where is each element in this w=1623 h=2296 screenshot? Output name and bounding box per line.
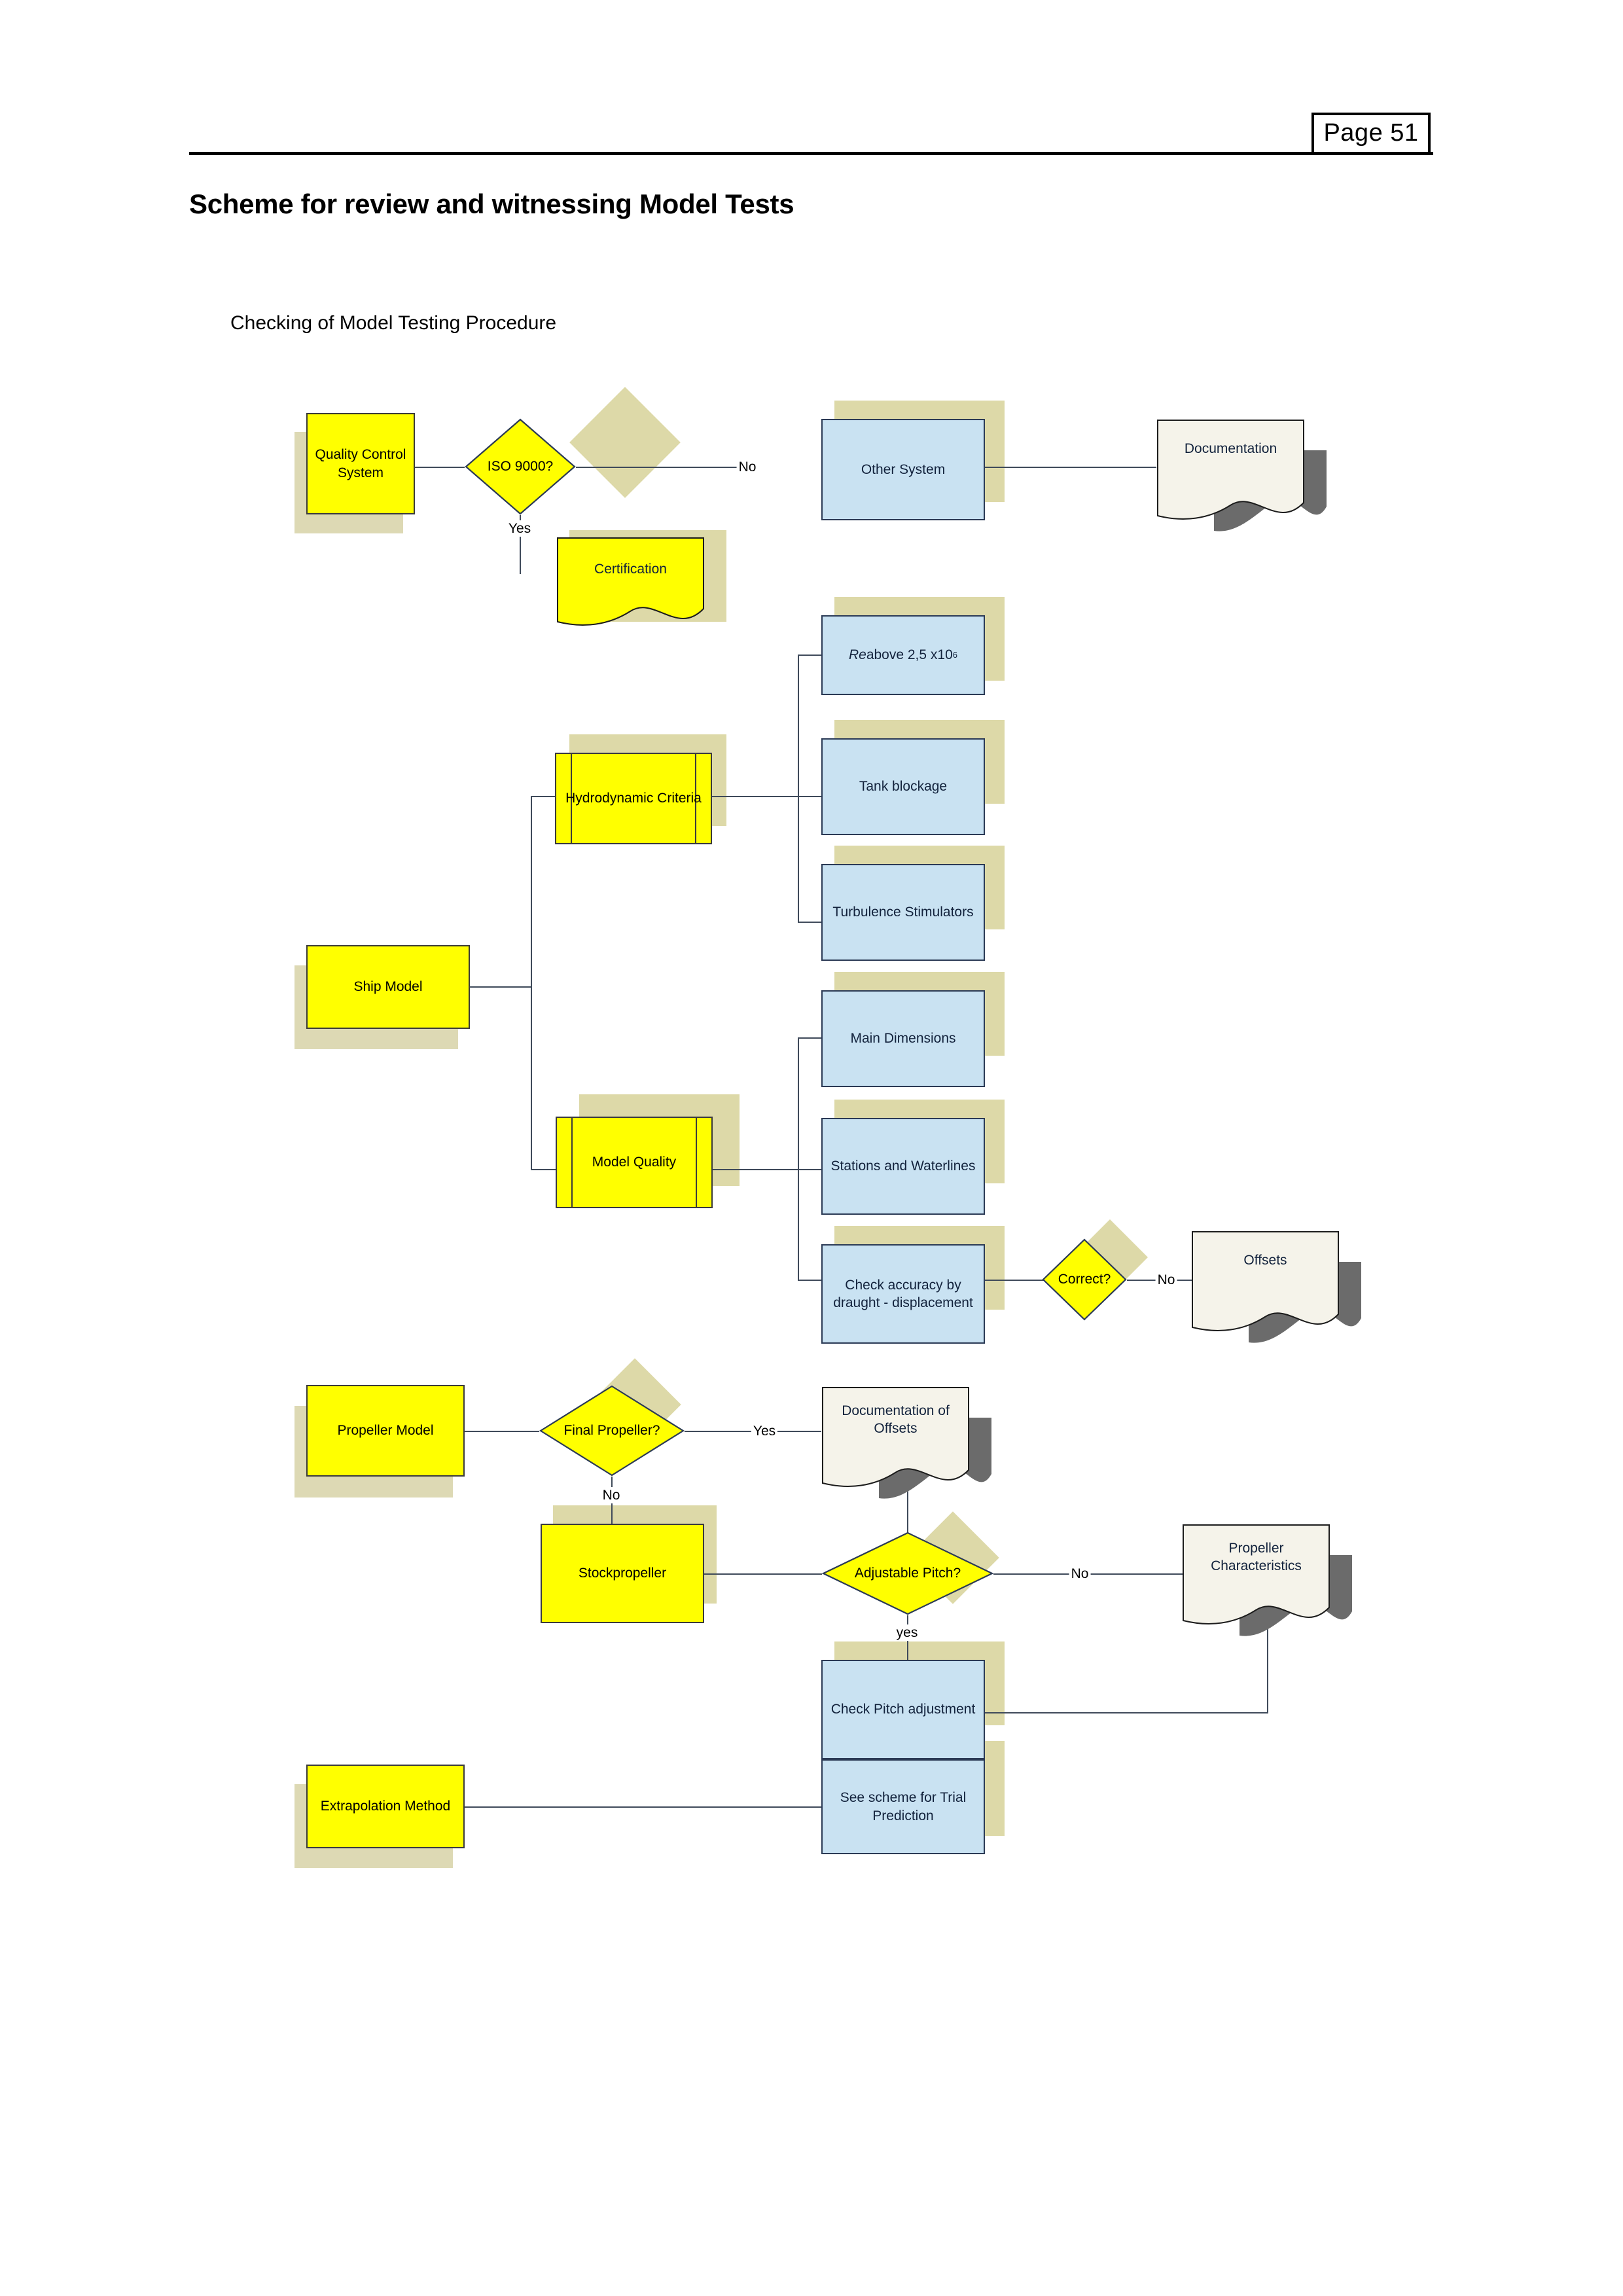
page-title: Scheme for review and witnessing Model T… [189, 188, 794, 219]
node-stations-and-waterlines[interactable]: Stations and Waterlines [821, 1118, 985, 1215]
node-label: Extrapolation Method [320, 1799, 451, 1814]
node-label: Turbulence Stimulators [832, 905, 974, 920]
node-hydrodynamic-criteria[interactable]: Hydrodynamic Criteria [555, 753, 712, 844]
edge-hydro-trunk [712, 796, 798, 797]
node-turbulence-stimulators[interactable]: Turbulence Stimulators [821, 864, 985, 961]
edge-propchar-return-horizontal [985, 1712, 1268, 1713]
edge-qcs-to-iso [415, 467, 465, 468]
node-label: Offsets [1243, 1253, 1287, 1268]
node-label: Ship Model [353, 979, 423, 995]
node-final-propeller[interactable]: Final Propeller? [539, 1385, 685, 1477]
node-propeller-model[interactable]: Propeller Model [306, 1385, 465, 1477]
shadow-iso-9000 [569, 387, 681, 498]
node-quality-control-system[interactable]: Quality Control System [306, 413, 415, 514]
header-rule [189, 152, 1433, 155]
node-label: Other System [861, 461, 946, 477]
node-re-above[interactable]: Re above 2,5 x10 6 [821, 615, 985, 695]
node-documentation-of-offsets[interactable]: Documentation of Offsets [821, 1386, 1018, 1504]
edge-label-adjustable-pitch-yes: yes [894, 1624, 920, 1641]
re-above-text: above 2,5 x10 [866, 647, 953, 663]
node-label: Stations and Waterlines [830, 1158, 976, 1174]
node-label: Quality Control System [315, 447, 406, 480]
node-label: Stockpropeller [578, 1566, 667, 1581]
edge-hydro-children-vertical [798, 655, 799, 923]
edge-label-iso-yes: Yes [506, 520, 533, 537]
node-model-quality[interactable]: Model Quality [556, 1117, 713, 1208]
node-label: Final Propeller? [563, 1422, 660, 1438]
node-label: Propeller Characteristics [1211, 1541, 1302, 1574]
node-label: Certification [594, 562, 667, 577]
edge-propeller-model-to-final-propeller [465, 1431, 539, 1432]
node-label: Hydrodynamic Criteria [565, 791, 702, 806]
page-number-badge: Page 51 [1311, 113, 1431, 155]
node-label: Propeller Model [337, 1423, 434, 1439]
re-above-exponent: 6 [952, 649, 958, 660]
edge-label-correct-no: No [1155, 1272, 1177, 1288]
edge-label-final-propeller-no: No [600, 1487, 622, 1503]
node-label: Model Quality [592, 1155, 677, 1170]
edge-extrapolation-to-trial-prediction [465, 1806, 821, 1808]
edge-model-quality-trunk [713, 1169, 798, 1170]
edge-label-adjustable-pitch-no: No [1069, 1566, 1091, 1582]
node-other-system[interactable]: Other System [821, 419, 985, 520]
node-certification[interactable]: Certification [556, 537, 720, 628]
node-label: Main Dimensions [850, 1031, 956, 1047]
edge-check-accuracy-to-correct [985, 1280, 1050, 1281]
node-ship-model[interactable]: Ship Model [306, 945, 470, 1029]
re-symbol: Re [848, 647, 866, 663]
node-tank-blockage[interactable]: Tank blockage [821, 738, 985, 835]
node-correct[interactable]: Correct? [1042, 1238, 1127, 1321]
edge-mq-to-check-accuracy [798, 1280, 821, 1281]
node-label: Tank blockage [859, 779, 948, 795]
node-stockpropeller[interactable]: Stockpropeller [541, 1524, 704, 1623]
edge-fork-to-hydrodynamic [531, 796, 556, 797]
node-documentation[interactable]: Documentation [1156, 419, 1353, 537]
edge-stockpropeller-to-adjustable-pitch [704, 1573, 822, 1575]
edge-hydro-to-re-above [798, 655, 821, 656]
node-adjustable-pitch[interactable]: Adjustable Pitch? [822, 1532, 993, 1615]
node-offsets[interactable]: Offsets [1191, 1230, 1387, 1348]
edge-hydro-to-turbulence [798, 922, 821, 923]
flowchart-page: Page 51 Scheme for review and witnessing… [0, 0, 1623, 2296]
edge-model-quality-children-vertical [798, 1037, 799, 1281]
section-subtitle: Checking of Model Testing Procedure [230, 312, 557, 334]
node-label: Documentation [1184, 441, 1277, 456]
edge-fork-to-model-quality [531, 1169, 556, 1170]
node-label: See scheme for Trial Prediction [840, 1790, 967, 1823]
node-label: Documentation of Offsets [842, 1403, 950, 1437]
node-label: ISO 9000? [487, 458, 554, 474]
edge-other-system-to-documentation [985, 467, 1156, 468]
node-label: Correct? [1058, 1271, 1111, 1287]
node-label: Check Pitch adjustment [830, 1702, 976, 1717]
node-label: Adjustable Pitch? [854, 1565, 961, 1581]
edge-ship-model-trunk [470, 986, 531, 988]
node-see-scheme-trial-prediction[interactable]: See scheme for Trial Prediction [821, 1759, 985, 1854]
node-check-pitch-adjustment[interactable]: Check Pitch adjustment [821, 1660, 985, 1759]
node-label: Check accuracy by draught - displacement [833, 1277, 973, 1310]
node-label: Re above 2,5 x10 6 [823, 617, 984, 694]
edge-iso-no-to-other-system [576, 467, 738, 468]
node-iso-9000[interactable]: ISO 9000? [465, 418, 576, 515]
edge-label-final-propeller-yes: Yes [751, 1423, 778, 1439]
node-extrapolation-method[interactable]: Extrapolation Method [306, 1765, 465, 1848]
edge-hydro-to-tank-blockage [798, 796, 821, 797]
edge-mq-to-stations-waterlines [798, 1169, 821, 1170]
node-check-accuracy[interactable]: Check accuracy by draught - displacement [821, 1244, 985, 1344]
node-main-dimensions[interactable]: Main Dimensions [821, 990, 985, 1087]
edge-label-iso-no: No [736, 459, 758, 475]
edge-ship-model-fork-vertical [531, 796, 532, 1170]
edge-mq-to-main-dimensions [798, 1037, 821, 1039]
node-propeller-characteristics[interactable]: Propeller Characteristics [1182, 1524, 1378, 1641]
